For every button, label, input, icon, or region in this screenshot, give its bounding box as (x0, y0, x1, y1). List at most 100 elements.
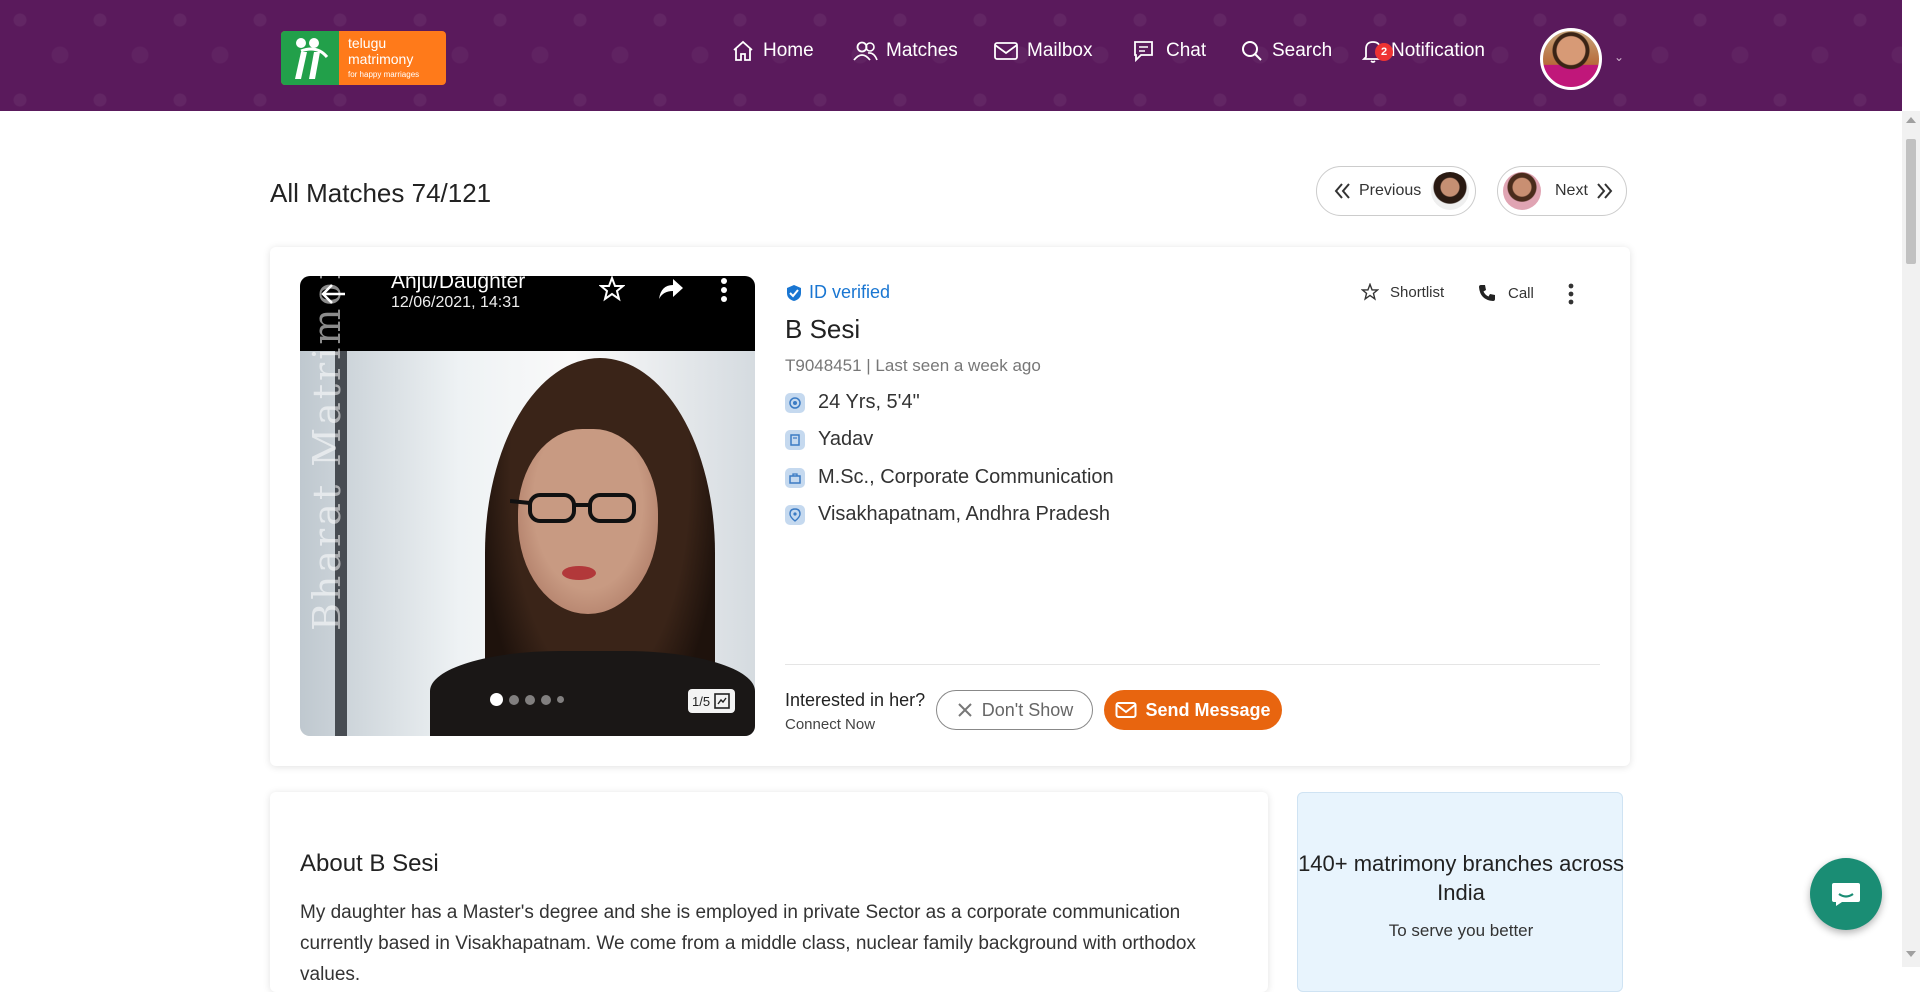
share-icon[interactable] (657, 277, 685, 301)
branches-subtitle: To serve you better (1388, 921, 1534, 940)
nav-notification[interactable]: 2 Notification (1361, 38, 1485, 64)
nav-search-label: Search (1272, 40, 1333, 61)
logo-text-telugu: telugu (348, 35, 387, 51)
profile-name: B Sesi (785, 314, 861, 344)
nav-search[interactable]: Search (1240, 38, 1332, 64)
mailbox-icon (994, 42, 1018, 60)
send-message-button[interactable]: Send Message (1104, 690, 1282, 730)
previous-label: Previous (1359, 182, 1422, 199)
close-icon (958, 703, 972, 717)
photo-title: Anju/Daughter (391, 276, 526, 293)
branches-promo-card: 140+ matrimony branches across India To … (1297, 792, 1624, 992)
chat-bubble-icon (1832, 883, 1860, 906)
call-label: Call (1508, 284, 1534, 302)
profile-age-height: 24 Yrs, 5'4" (785, 391, 920, 414)
photo-lips (562, 566, 596, 580)
page-scrollbar[interactable] (1902, 111, 1920, 967)
telugu-matrimony-logo[interactable]: telugu matrimony for happy marriages (281, 31, 446, 85)
id-verified-badge: ID verified (785, 282, 890, 303)
carousel-dot[interactable] (509, 694, 519, 705)
send-message-label: Send Message (1145, 699, 1271, 720)
photo-counter[interactable]: 1/5 (688, 689, 736, 713)
star-icon[interactable] (599, 276, 625, 302)
location-value: Visakhapatnam, Andhra Pradesh (818, 503, 1111, 525)
education-icon (785, 467, 805, 488)
logo-mark-icon (281, 31, 339, 85)
double-chevron-left-icon (1334, 183, 1350, 199)
verified-shield-icon (787, 284, 801, 301)
star-outline-icon (1361, 283, 1379, 301)
previous-profile-thumbnail (1431, 172, 1470, 210)
gallery-expand-icon (714, 693, 730, 709)
double-chevron-right-icon (1597, 183, 1613, 199)
page-title: All Matches 74/121 (270, 178, 492, 208)
age-height-icon (785, 392, 805, 413)
dont-show-label: Don't Show (981, 699, 1074, 720)
more-vertical-icon[interactable] (720, 277, 728, 303)
scroll-down-arrow-icon[interactable] (1906, 951, 1916, 957)
branches-title: 140+ matrimony branches across India (1298, 851, 1624, 905)
caste-value: Yadav (818, 428, 874, 450)
profile-education: M.Sc., Corporate Communication (785, 466, 1114, 489)
nav-chat[interactable]: Chat (1132, 38, 1206, 64)
logo-text-matrimony: matrimony (348, 51, 414, 67)
chevron-down-icon[interactable]: ⌄ (1614, 50, 1624, 64)
previous-profile-button[interactable]: Previous (1316, 166, 1476, 216)
photo-date: 12/06/2021, 14:31 (391, 294, 521, 311)
more-options-button[interactable] (1568, 283, 1574, 305)
shortlist-button[interactable]: Shortlist (1361, 283, 1444, 301)
nav-matches-label: Matches (886, 40, 958, 61)
user-avatar[interactable] (1540, 28, 1602, 90)
live-chat-button[interactable] (1810, 858, 1882, 930)
phone-icon (1479, 285, 1495, 301)
search-icon (1242, 41, 1262, 61)
nav-matches[interactable]: Matches (852, 38, 958, 64)
photo-header-bar: Anju/Daughter 12/06/2021, 14:31 (300, 276, 755, 351)
caste-icon (785, 429, 805, 450)
photo-watermark: Bharat Matrimony.com (305, 276, 349, 631)
logo-tagline: for happy marriages (348, 70, 420, 79)
profile-id-last-seen: T9048451 | Last seen a week ago (785, 356, 1041, 375)
nav-home[interactable]: Home (731, 38, 814, 64)
dont-show-button[interactable]: Don't Show (936, 690, 1093, 730)
next-profile-thumbnail (1503, 172, 1541, 210)
call-button[interactable]: Call (1477, 283, 1534, 303)
next-label: Next (1555, 182, 1588, 199)
photo-counter-text: 1/5 (692, 693, 711, 709)
chat-icon (1134, 41, 1153, 63)
nav-notification-label: Notification (1391, 40, 1485, 61)
nav-mailbox[interactable]: Mailbox (993, 38, 1092, 64)
profile-photo-image (300, 351, 755, 736)
carousel-dot[interactable] (557, 696, 564, 703)
profile-location: Visakhapatnam, Andhra Pradesh (785, 503, 1110, 526)
scroll-thumb[interactable] (1906, 139, 1916, 264)
interest-connect-now: Connect Now (785, 716, 876, 733)
notification-bell-wrapper: 2 (1361, 38, 1393, 64)
photo-carousel-dots (490, 693, 564, 706)
carousel-dot[interactable] (525, 694, 535, 705)
interest-question: Interested in her? (785, 690, 926, 710)
home-icon (733, 40, 753, 61)
more-vertical-icon (1568, 283, 1574, 305)
carousel-dot[interactable] (490, 693, 503, 706)
about-text: My daughter has a Master's degree and sh… (300, 902, 1196, 985)
photo-glasses (510, 493, 636, 523)
top-navigation-bar: telugu matrimony for happy marriages Hom… (0, 0, 1902, 111)
about-title: About B Sesi (300, 850, 439, 877)
profile-caste: Yadav (785, 428, 873, 451)
matches-icon (853, 41, 878, 61)
nav-mailbox-label: Mailbox (1027, 40, 1093, 61)
nav-chat-label: Chat (1166, 40, 1207, 61)
profile-card: Anju/Daughter 12/06/2021, 14:31 Bharat M… (270, 247, 1630, 766)
next-profile-button[interactable]: Next (1497, 166, 1627, 216)
education-value: M.Sc., Corporate Communication (818, 466, 1114, 488)
id-verified-label: ID verified (809, 282, 891, 302)
notification-count-badge: 2 (1375, 43, 1393, 61)
carousel-dot[interactable] (541, 694, 551, 705)
profile-photo[interactable]: Anju/Daughter 12/06/2021, 14:31 Bharat M… (300, 276, 755, 736)
about-card: About B Sesi My daughter has a Master's … (270, 792, 1268, 992)
age-height-value: 24 Yrs, 5'4" (818, 391, 920, 413)
shortlist-label: Shortlist (1390, 283, 1445, 301)
card-divider (785, 664, 1600, 665)
scroll-up-arrow-icon[interactable] (1906, 117, 1916, 123)
